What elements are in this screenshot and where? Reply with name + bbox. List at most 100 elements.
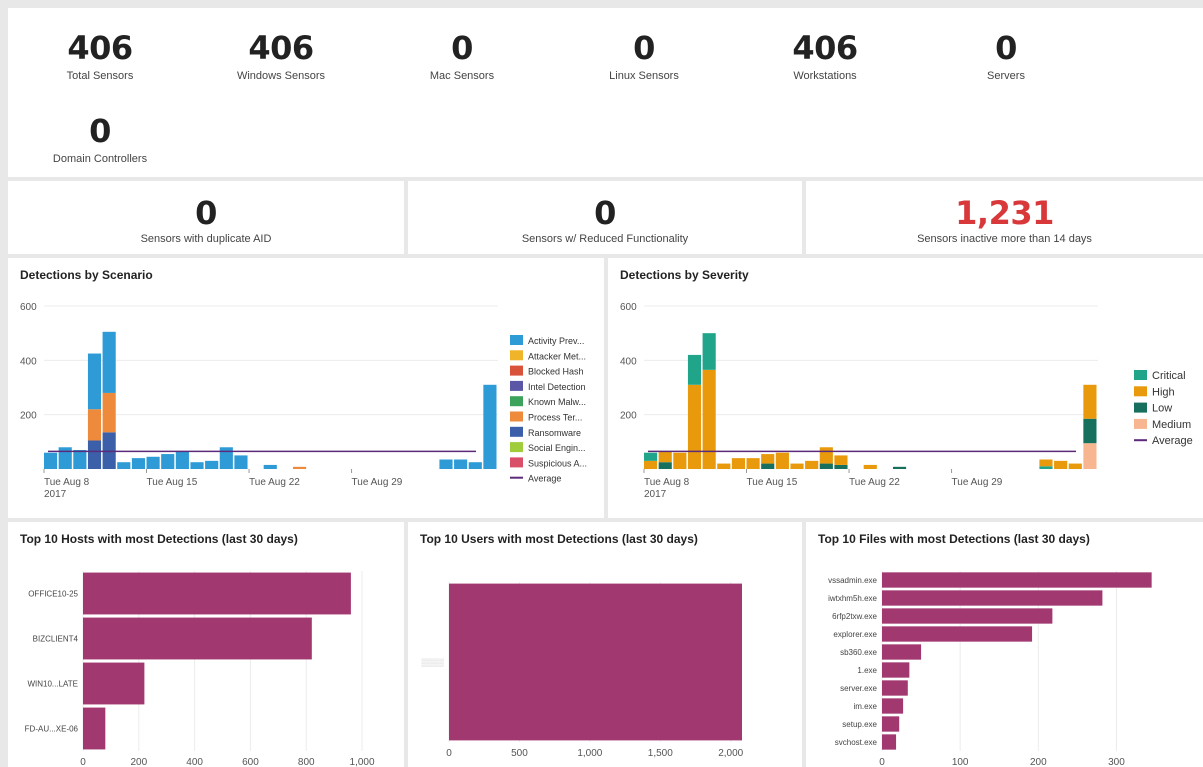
bar-segment [1039, 466, 1053, 469]
bar [83, 662, 145, 705]
detections-by-scenario-panel: Detections by Scenario 200 400 600 Tue Aug … [8, 258, 604, 518]
x-tick-sublabel: 2017 [44, 489, 67, 500]
category-label: OFFICE10-25 [28, 590, 78, 599]
bar-segment [746, 458, 760, 469]
bar [882, 716, 900, 732]
legend-label: Attacker Met... [528, 351, 586, 361]
legend-swatch [510, 411, 523, 422]
bar-segment [87, 409, 102, 441]
legend-swatch [510, 335, 523, 345]
y-tick-label: 200 [20, 411, 37, 422]
x-tick-label: Tue Aug 8 [44, 477, 90, 488]
bar [882, 698, 904, 714]
top-files-chart[interactable]: 0 100 200 300 vssadmin.exe iwtxhm5h.exe 6rfp2t… [806, 522, 1203, 767]
y-tick-label: 600 [620, 302, 637, 313]
bar-segment [263, 464, 277, 469]
legend-label: Low [1152, 403, 1172, 415]
bar-segment [687, 384, 702, 469]
x-tick-label: Tue Aug 22 [249, 477, 300, 488]
x-tick-sublabel: 2017 [644, 489, 667, 500]
bar-segment [87, 353, 102, 410]
bar [449, 583, 743, 741]
legend-swatch [510, 426, 523, 437]
legend-label: Suspicious A... [528, 458, 587, 468]
top-hosts-chart[interactable]: 0 200 400 600 800 1,000 OFFICE10-25 BIZCLIENT4 W… [8, 522, 404, 767]
bar-segment [658, 462, 672, 469]
x-tick-label: 200 [1030, 757, 1047, 767]
bar-segment [658, 451, 672, 463]
category-label: iwtxhm5h.exe [828, 594, 877, 603]
bar-segment [87, 440, 102, 469]
detections-by-severity-panel: Detections by Severity 200 400 600 Tue Aug … [608, 258, 1203, 518]
duplicate-aid-panel[interactable]: 0 Sensors with duplicate AID [8, 181, 404, 254]
bar-segment [292, 466, 307, 469]
bar-segment [1083, 418, 1097, 444]
bar-segment [805, 460, 819, 469]
x-tick-label: 1,500 [648, 748, 673, 759]
detections-by-scenario-chart[interactable]: 200 400 600 Tue Aug 8 Tue Aug 15 Tue Aug 22 Tu… [8, 258, 604, 518]
sensor-stats-panel: 406 Total Sensors 406 Windows Sensors 0 … [8, 8, 1203, 177]
x-tick-label: 0 [80, 757, 86, 767]
stat-inactive-sensors: 1,231 Sensors inactive more than 14 days [806, 195, 1203, 245]
bar-segment [644, 452, 658, 461]
bar [882, 734, 897, 750]
bar-segment [483, 384, 497, 469]
top-users-panel: Top 10 Users with most Detections (last … [408, 522, 802, 767]
stat-label: Sensors with duplicate AID [140, 233, 272, 245]
x-tick-label: Tue Aug 15 [747, 477, 798, 488]
category-label: svchost.exe [835, 738, 878, 747]
stat-linux-sensors[interactable]: 0 Linux Sensors [574, 30, 714, 82]
bar-segment [219, 447, 233, 469]
category-label: sb360.exe [840, 648, 877, 657]
stat-value: 406 [792, 29, 858, 67]
x-tick-label: 0 [446, 748, 452, 759]
bar-segment [190, 462, 204, 469]
inactive-sensors-panel[interactable]: 1,231 Sensors inactive more than 14 days [806, 181, 1203, 254]
legend-label: Blocked Hash [528, 367, 584, 377]
bar-segment [819, 463, 833, 469]
x-tick-label: 0 [879, 757, 885, 767]
bar-segment [161, 454, 175, 469]
stat-domain-controllers[interactable]: 0 Domain Controllers [30, 113, 170, 165]
stat-value: 0 [89, 112, 111, 150]
stat-label: Servers [987, 70, 1025, 82]
category-label: FD-AU...XE-06 [25, 725, 79, 734]
bar-segment [1039, 459, 1053, 467]
bar-segment [44, 452, 58, 469]
stat-windows-sensors[interactable]: 406 Windows Sensors [211, 30, 351, 82]
bar [83, 617, 312, 660]
bar-segment [790, 463, 804, 469]
stat-label: Mac Sensors [429, 70, 495, 82]
top-users-chart[interactable]: 0 500 1,000 1,500 2,000 ▒▒▒▒ [408, 522, 802, 767]
stat-label: Workstations [793, 70, 857, 82]
category-label: 1.exe [857, 666, 877, 675]
top-hosts-panel: Top 10 Hosts with most Detections (last … [8, 522, 404, 767]
bar [882, 572, 1152, 588]
category-label: im.exe [853, 702, 877, 711]
stat-mac-sensors[interactable]: 0 Mac Sensors [392, 30, 532, 82]
bar-segment [468, 462, 482, 469]
detections-by-severity-chart[interactable]: 200 400 600 Tue Aug 8 Tue Aug 15 Tue Aug 22 Tu… [608, 258, 1203, 518]
reduced-functionality-panel[interactable]: 0 Sensors w/ Reduced Functionality [408, 181, 802, 254]
category-label: setup.exe [842, 720, 877, 729]
x-tick-label: 2,000 [718, 748, 743, 759]
stat-total-sensors[interactable]: 406 Total Sensors [30, 30, 170, 82]
bar-segment [73, 449, 87, 469]
bar-segment [644, 460, 658, 469]
x-tick-label: 1,000 [350, 757, 375, 767]
stat-servers[interactable]: 0 Servers [936, 30, 1076, 82]
stat-workstations[interactable]: 406 Workstations [755, 30, 895, 82]
bar-segment [702, 333, 716, 370]
legend-label: Ransomware [528, 428, 581, 438]
bar-segment [687, 354, 702, 385]
legend-swatch [510, 457, 523, 468]
bar-segment [146, 456, 160, 469]
bar-segment [205, 460, 219, 469]
category-label: 6rfp2txw.exe [832, 612, 877, 621]
bar-segment [175, 451, 189, 469]
bar-segment [834, 455, 848, 465]
x-tick-label: Tue Aug 22 [849, 477, 900, 488]
legend-swatch [1134, 370, 1147, 380]
stat-label: Linux Sensors [609, 70, 679, 82]
bar-segment [834, 464, 848, 469]
